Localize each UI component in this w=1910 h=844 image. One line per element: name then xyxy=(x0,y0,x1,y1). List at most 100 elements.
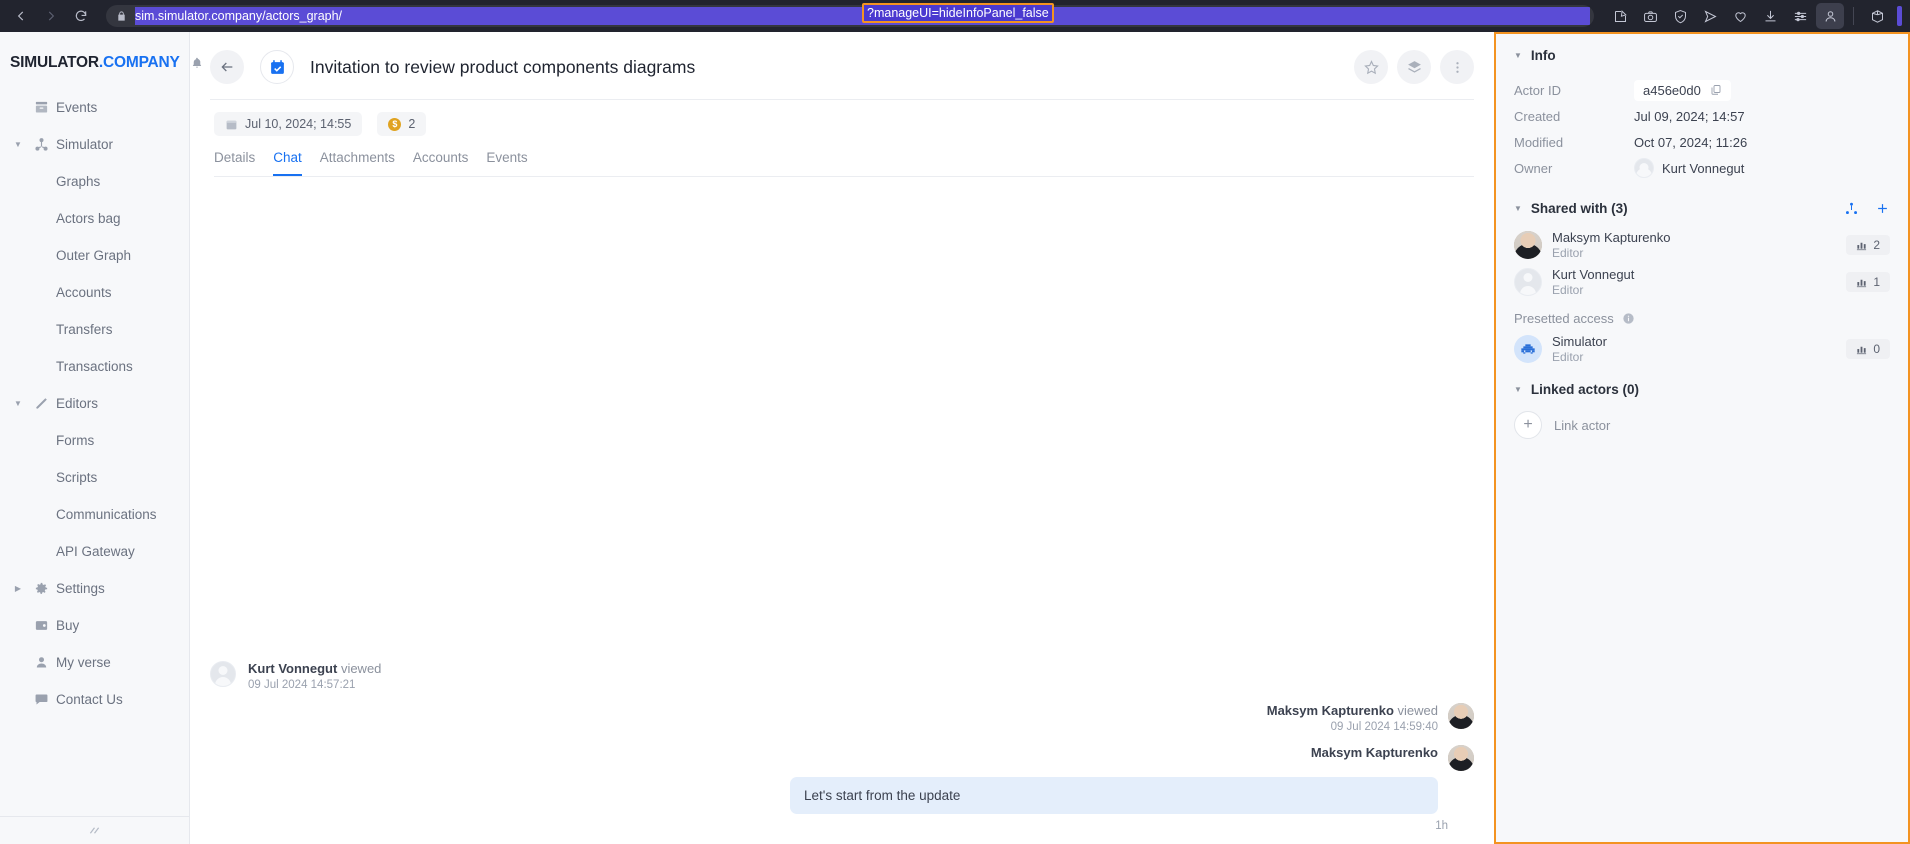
actor-id-pill[interactable]: a456e0d0 xyxy=(1634,79,1731,101)
sidebar-item-buy[interactable]: Buy xyxy=(0,612,189,638)
info-field-key: Modified xyxy=(1514,134,1564,150)
info-icon[interactable] xyxy=(1622,312,1635,325)
sidebar-item-editors[interactable]: ▼ Editors xyxy=(0,390,189,416)
presetted-entry-role: Editor xyxy=(1552,350,1584,364)
sidebar-item-actors-bag[interactable]: Actors bag xyxy=(0,205,189,231)
browser-url-bar[interactable]: sim.simulator.company/actors_graph/ xyxy=(106,5,1594,27)
coin-chip-label: 2 xyxy=(408,117,416,131)
chat-event-time: 09 Jul 2024 14:59:40 xyxy=(1330,721,1438,733)
link-actor-button[interactable]: + Link actor xyxy=(1514,411,1890,439)
sidebar-collapse-button[interactable] xyxy=(0,816,189,844)
presetted-entry-row[interactable]: Simulator Editor 0 xyxy=(1514,334,1890,364)
shared-actions xyxy=(1844,201,1890,216)
sliders-icon[interactable] xyxy=(1786,3,1814,29)
presetted-entry-text: Simulator Editor xyxy=(1552,334,1607,364)
layers-icon[interactable] xyxy=(1397,50,1431,84)
chat-message-bubble[interactable]: Let's start from the update xyxy=(790,777,1438,814)
app-root: SIMULATOR.COMPANY Events ▼ Simulator Gra… xyxy=(0,32,1910,844)
shared-person-count[interactable]: 2 xyxy=(1846,235,1890,255)
date-chip[interactable]: Jul 10, 2024; 14:55 xyxy=(214,112,363,136)
chat-event-name: Kurt Vonnegut viewed xyxy=(248,661,381,676)
sidebar-item-events[interactable]: Events xyxy=(0,94,189,120)
linked-actors-header[interactable]: ▼ Linked actors (0) xyxy=(1514,382,1890,397)
sidebar-item-label: Transfers xyxy=(56,321,113,337)
chat-event: Maksym Kapturenko viewed 09 Jul 2024 14:… xyxy=(210,703,1474,733)
tab-events[interactable]: Events xyxy=(486,150,527,176)
shared-person-role: Editor xyxy=(1552,283,1584,297)
info-field-key: Owner xyxy=(1514,160,1553,176)
bell-icon[interactable] xyxy=(190,56,204,70)
add-icon[interactable] xyxy=(1875,201,1890,216)
browser-forward-button[interactable] xyxy=(38,3,64,29)
shared-person-count[interactable]: 1 xyxy=(1846,272,1890,292)
tab-attachments[interactable]: Attachments xyxy=(320,150,395,176)
avatar xyxy=(210,661,236,687)
sidebar-item-transactions[interactable]: Transactions xyxy=(0,353,189,379)
meta-chips: Jul 10, 2024; 14:55 $ 2 xyxy=(210,100,1474,136)
tab-bar: Details Chat Attachments Accounts Events xyxy=(210,136,1474,176)
chevron-down-icon[interactable]: ▼ xyxy=(10,140,26,149)
send-icon[interactable] xyxy=(1696,3,1724,29)
chevron-down-icon[interactable]: ▼ xyxy=(1514,204,1522,213)
chevron-right-icon[interactable]: ▶ xyxy=(10,584,26,593)
browser-reload-button[interactable] xyxy=(68,3,94,29)
heart-icon[interactable] xyxy=(1726,3,1754,29)
sidebar-item-forms[interactable]: Forms xyxy=(0,427,189,453)
star-icon[interactable] xyxy=(1354,50,1388,84)
sidebar-nav: Events ▼ Simulator Graphs Actors bag Out… xyxy=(0,94,189,723)
plus-icon[interactable]: + xyxy=(1514,411,1542,439)
sidebar-item-my-verse[interactable]: My verse xyxy=(0,649,189,675)
copy-icon[interactable] xyxy=(1710,84,1722,96)
cube-icon[interactable] xyxy=(1863,3,1891,29)
sidebar-item-label: Simulator xyxy=(56,136,114,152)
tab-details[interactable]: Details xyxy=(214,150,255,176)
chat-stream[interactable]: Kurt Vonnegut viewed 09 Jul 2024 14:57:2… xyxy=(190,177,1494,844)
chat-event-body: Maksym Kapturenko viewed 09 Jul 2024 14:… xyxy=(1267,703,1438,733)
calendar-icon xyxy=(225,118,238,131)
shared-person-row[interactable]: Kurt Vonnegut Editor 1 xyxy=(1514,267,1890,297)
sidebar-item-api-gateway[interactable]: API Gateway xyxy=(0,538,189,564)
shield-check-icon[interactable] xyxy=(1666,3,1694,29)
more-vertical-icon[interactable] xyxy=(1440,50,1474,84)
sidebar-item-outer-graph[interactable]: Outer Graph xyxy=(0,242,189,268)
chat-event: Kurt Vonnegut viewed 09 Jul 2024 14:57:2… xyxy=(210,661,1474,691)
browser-extension-icons xyxy=(1606,3,1902,29)
count-value: 1 xyxy=(1873,275,1880,289)
shared-person-row[interactable]: Maksym Kapturenko Editor 2 xyxy=(1514,230,1890,260)
brand[interactable]: SIMULATOR.COMPANY xyxy=(0,32,201,72)
chevron-down-icon[interactable]: ▼ xyxy=(10,399,26,408)
chevron-down-icon[interactable]: ▼ xyxy=(1514,385,1522,394)
info-field-key: Actor ID xyxy=(1514,82,1561,98)
sidebar-item-transfers[interactable]: Transfers xyxy=(0,316,189,342)
info-section-header[interactable]: ▼ Info xyxy=(1514,48,1890,63)
date-chip-label: Jul 10, 2024; 14:55 xyxy=(245,117,352,131)
profile-icon[interactable] xyxy=(1816,3,1844,29)
gear-icon xyxy=(26,581,56,596)
sidebar-item-contact-us[interactable]: Contact Us xyxy=(0,686,189,712)
edit-icon[interactable] xyxy=(1606,3,1634,29)
sidebar-item-settings[interactable]: ▶ Settings xyxy=(0,575,189,601)
back-button[interactable] xyxy=(210,50,244,84)
share-graph-icon[interactable] xyxy=(1844,201,1859,216)
sidebar-item-label: Scripts xyxy=(56,469,98,485)
shared-title: Shared with (3) xyxy=(1530,201,1628,216)
owner-name: Kurt Vonnegut xyxy=(1662,160,1745,176)
tab-accounts[interactable]: Accounts xyxy=(413,150,469,176)
sidebar-item-label: Editors xyxy=(56,395,99,411)
tab-chat[interactable]: Chat xyxy=(273,150,302,176)
sidebar-item-simulator[interactable]: ▼ Simulator xyxy=(0,131,189,157)
sidebar-item-communications[interactable]: Communications xyxy=(0,501,189,527)
avatar xyxy=(1634,158,1654,178)
camera-icon[interactable] xyxy=(1636,3,1664,29)
sidebar-item-graphs[interactable]: Graphs xyxy=(0,168,189,194)
presetted-entry-count[interactable]: 0 xyxy=(1846,339,1890,359)
simulator-avatar-icon xyxy=(1514,335,1542,363)
sidebar-item-accounts[interactable]: Accounts xyxy=(0,279,189,305)
sidebar-item-scripts[interactable]: Scripts xyxy=(0,464,189,490)
sidebar-item-label: Contact Us xyxy=(56,691,123,707)
chevron-down-icon[interactable]: ▼ xyxy=(1514,51,1522,60)
download-icon[interactable] xyxy=(1756,3,1784,29)
coin-chip[interactable]: $ 2 xyxy=(377,112,427,136)
browser-back-button[interactable] xyxy=(8,3,34,29)
link-actor-label: Link actor xyxy=(1554,417,1611,433)
